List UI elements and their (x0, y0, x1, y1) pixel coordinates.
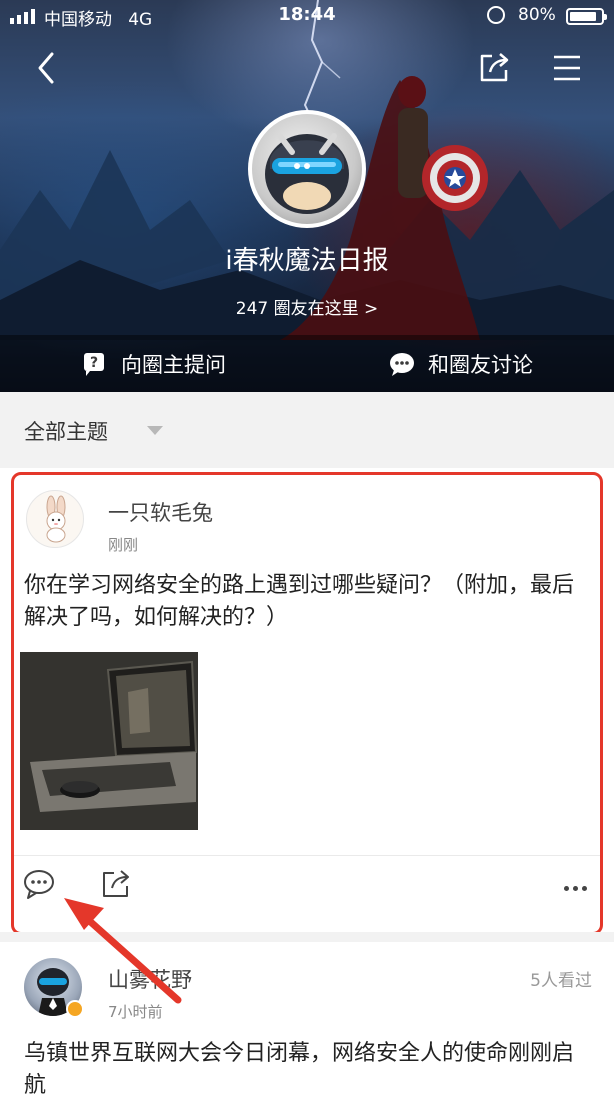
post-body[interactable]: 乌镇世界互联网大会今日闭幕，网络安全人的使命刚刚启航 (24, 1038, 594, 1094)
post-share-icon[interactable] (100, 868, 132, 900)
author-name[interactable]: 一只软毛兔 (108, 497, 213, 527)
ask-owner-button[interactable]: ? 向圈主提问 (0, 335, 307, 392)
post-time: 刚刚 (108, 536, 139, 554)
discuss-label: 和圈友讨论 (428, 352, 533, 377)
comment-icon[interactable] (22, 868, 56, 900)
hamburger-menu-icon[interactable] (550, 50, 584, 86)
topic-filter[interactable]: 全部主题 (0, 392, 614, 468)
post-image[interactable] (20, 652, 198, 830)
post-body[interactable]: 你在学习网络安全的路上遇到过哪些疑问？（附加，最后解决了吗，如何解决的？） (24, 570, 584, 634)
topic-filter-label[interactable]: 全部主题 (24, 416, 108, 446)
question-bubble-icon: ? (84, 352, 104, 376)
verified-badge-icon (66, 1000, 84, 1018)
chevron-left-icon[interactable] (30, 48, 64, 88)
ask-owner-label: 向圈主提问 (121, 352, 226, 377)
battery-icon (566, 8, 607, 25)
more-options-icon[interactable] (564, 876, 594, 892)
caret-down-icon[interactable] (147, 426, 163, 435)
circle-name: i春秋魔法日报 (225, 246, 389, 276)
battery-percent: 80% (518, 5, 556, 25)
share-icon[interactable] (476, 50, 512, 86)
members-link[interactable]: 247 圈友在这里 > (0, 294, 614, 319)
discuss-button[interactable]: 和圈友讨论 (307, 335, 614, 392)
post-time: 7小时前 (108, 1003, 163, 1021)
view-count: 5人看过 (530, 971, 592, 991)
card-divider (14, 855, 600, 856)
chat-bubble-icon (390, 352, 414, 376)
circle-header: 中国移动 4G 18:44 80% i春秋魔法日报 247 圈友在这里 > ? … (0, 0, 614, 392)
author-name[interactable]: 山雾花野 (108, 964, 192, 994)
status-bar: 中国移动 4G 18:44 80% (0, 0, 614, 32)
author-avatar[interactable] (26, 490, 84, 548)
svg-text:?: ? (90, 355, 98, 371)
circle-avatar[interactable] (248, 110, 366, 228)
orientation-lock-icon (487, 6, 505, 24)
circle-action-bar: ? 向圈主提问 和圈友讨论 (0, 335, 614, 392)
feed-separator (0, 932, 614, 942)
